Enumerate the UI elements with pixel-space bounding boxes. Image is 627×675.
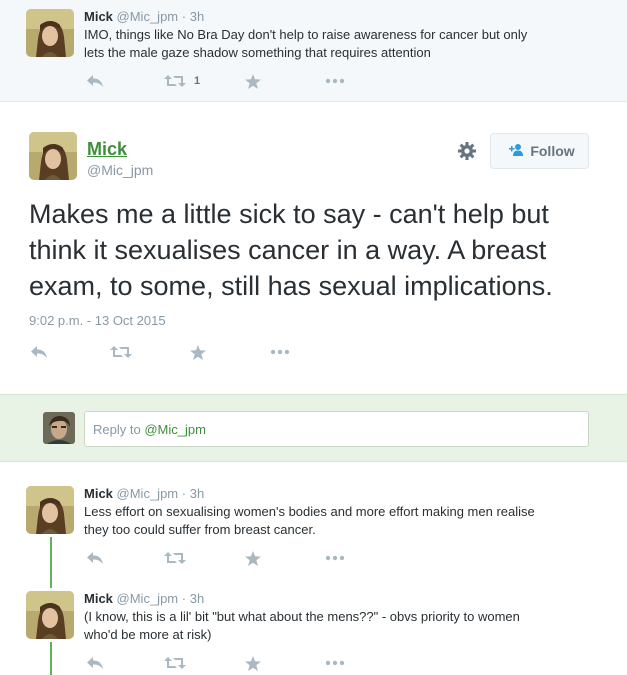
- reply-icon: [30, 345, 48, 359]
- reply-bar: Reply to @Mic_jpm: [0, 394, 627, 462]
- user-handle[interactable]: @Mic_jpm: [87, 162, 153, 178]
- tweet-header: Mick @Mic_jpm · 3h: [84, 591, 204, 606]
- more-icon: [325, 555, 345, 561]
- more-icon: [270, 349, 290, 355]
- reply-input[interactable]: Reply to @Mic_jpm: [84, 411, 589, 447]
- more-button[interactable]: [325, 550, 345, 566]
- favorite-button[interactable]: [245, 655, 261, 671]
- more-button[interactable]: [270, 344, 290, 360]
- separator: ·: [181, 9, 187, 24]
- retweet-button[interactable]: [164, 655, 186, 671]
- tweet-timestamp[interactable]: 9:02 p.m. - 13 Oct 2015: [29, 313, 166, 328]
- avatar[interactable]: [26, 9, 74, 57]
- tweet-text-line: lets the male gaze shadow something that…: [84, 45, 431, 60]
- tweet-text-line: Less effort on sexualising women's bodie…: [84, 504, 535, 519]
- tweet-header: Mick @Mic_jpm · 3h: [84, 9, 204, 24]
- avatar[interactable]: [29, 132, 77, 180]
- avatar: [43, 412, 75, 444]
- user-name[interactable]: Mick: [84, 486, 113, 501]
- retweet-icon: [164, 74, 186, 88]
- tweet-header: Mick @Mic_jpm · 3h: [84, 486, 204, 501]
- follow-label: Follow: [530, 143, 575, 159]
- tweet-text: (I know, this is a lil' bit "but what ab…: [84, 608, 520, 644]
- reply-button[interactable]: [86, 550, 104, 566]
- favorite-button[interactable]: [245, 550, 261, 566]
- retweet-button[interactable]: [164, 550, 186, 566]
- user-name[interactable]: Mick: [87, 139, 127, 160]
- separator: ·: [181, 486, 187, 501]
- reply-button[interactable]: [86, 655, 104, 671]
- main-tweet: Mick @Mic_jpm Follow Makes me a little s…: [0, 103, 627, 393]
- reply-icon: [86, 656, 104, 670]
- star-icon: [190, 344, 206, 360]
- user-name[interactable]: Mick: [84, 591, 113, 606]
- reply-icon: [86, 551, 104, 565]
- gear-icon: [457, 142, 477, 165]
- retweet-count: 1: [194, 75, 201, 87]
- follow-button[interactable]: Follow: [490, 133, 589, 169]
- retweet-icon: [164, 656, 186, 670]
- tweet-actions: [86, 550, 356, 566]
- tweet-text: Makes me a little sick to say - can't he…: [29, 199, 553, 301]
- tweet-text: Less effort on sexualising women's bodie…: [84, 503, 535, 539]
- reply-icon: [86, 74, 104, 88]
- tweet-text-line: they too could suffer from breast cancer…: [84, 522, 316, 537]
- tweet-text: IMO, things like No Bra Day don't help t…: [84, 26, 527, 62]
- reply-button[interactable]: [30, 344, 48, 360]
- tweet-text-line: (I know, this is a lil' bit "but what ab…: [84, 609, 520, 624]
- reply-mention: @Mic_jpm: [144, 422, 206, 437]
- avatar[interactable]: [26, 486, 74, 534]
- reply-placeholder: Reply to: [93, 422, 145, 437]
- tweet-time[interactable]: 3h: [190, 9, 204, 24]
- retweet-button[interactable]: 1: [164, 73, 200, 89]
- retweet-icon: [164, 551, 186, 565]
- more-button[interactable]: [325, 73, 345, 89]
- more-icon: [325, 78, 345, 84]
- separator: ·: [181, 591, 187, 606]
- user-handle[interactable]: @Mic_jpm: [117, 9, 179, 24]
- more-icon: [325, 660, 345, 666]
- favorite-button[interactable]: [245, 73, 261, 89]
- tweet-actions: 1: [86, 73, 356, 89]
- add-user-icon: [504, 143, 530, 160]
- tweet-text-line: who'd be more at risk): [84, 627, 212, 642]
- star-icon: [245, 655, 261, 671]
- settings-button[interactable]: [457, 141, 477, 166]
- user-handle[interactable]: @Mic_jpm: [117, 591, 179, 606]
- tweet-actions: [30, 344, 300, 360]
- retweet-button[interactable]: [110, 344, 132, 360]
- star-icon: [245, 73, 261, 89]
- favorite-button[interactable]: [190, 344, 206, 360]
- retweet-icon: [110, 345, 132, 359]
- user-name[interactable]: Mick: [84, 9, 113, 24]
- reply-button[interactable]: [86, 73, 104, 89]
- tweet-actions: [86, 655, 356, 671]
- more-button[interactable]: [325, 655, 345, 671]
- star-icon: [245, 550, 261, 566]
- avatar[interactable]: [26, 591, 74, 639]
- top-tweet[interactable]: Mick @Mic_jpm · 3h IMO, things like No B…: [0, 0, 627, 102]
- tweet-text-line: IMO, things like No Bra Day don't help t…: [84, 27, 528, 42]
- tweet-time[interactable]: 3h: [190, 486, 204, 501]
- user-handle[interactable]: @Mic_jpm: [117, 486, 179, 501]
- tweet-time[interactable]: 3h: [190, 591, 204, 606]
- thread-line: [50, 642, 52, 675]
- thread-line: [50, 537, 52, 588]
